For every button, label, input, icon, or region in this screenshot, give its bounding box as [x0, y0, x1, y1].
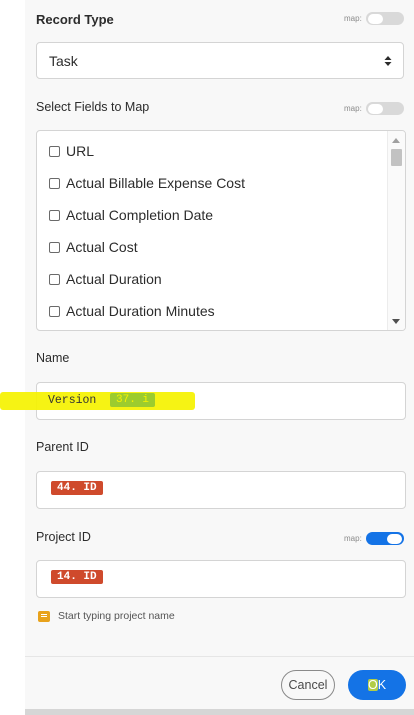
record-type-map-toggle[interactable]	[365, 12, 404, 25]
list-item-label: Actual Duration	[66, 271, 162, 287]
record-type-value: Task	[49, 52, 78, 69]
project-id-map: map:	[344, 532, 404, 545]
list-item[interactable]: Actual Cost	[49, 239, 138, 255]
left-gutter	[0, 0, 25, 715]
select-fields-map-toggle[interactable]	[365, 102, 404, 115]
checkbox[interactable]	[49, 241, 60, 253]
parent-id-chip[interactable]: 44. ID	[51, 481, 103, 495]
select-arrows-icon	[384, 56, 392, 66]
list-item-label: Actual Cost	[66, 239, 138, 255]
checkbox[interactable]	[49, 209, 60, 221]
list-item[interactable]: Actual Billable Expense Cost	[49, 175, 245, 191]
project-id-hint: Start typing project name	[38, 610, 175, 622]
list-item[interactable]: URL	[49, 143, 94, 159]
scroll-up-icon[interactable]	[392, 138, 400, 143]
name-field-chip[interactable]: 37. i	[110, 393, 156, 407]
list-item-label: Actual Billable Expense Cost	[66, 175, 245, 191]
checkbox[interactable]	[49, 145, 60, 157]
record-type-select[interactable]: Task	[36, 42, 404, 79]
footer-divider	[25, 656, 414, 657]
record-type-label: Record Type	[36, 12, 114, 27]
parent-id-label: Parent ID	[36, 440, 89, 454]
hint-text: Start typing project name	[58, 610, 175, 622]
list-scrollbar[interactable]	[387, 131, 405, 330]
bottom-scroll-bar	[25, 709, 414, 715]
select-fields-map: map:	[344, 102, 404, 115]
map-label: map:	[344, 104, 362, 113]
name-label: Name	[36, 351, 70, 365]
list-item[interactable]: Actual Duration	[49, 271, 162, 287]
select-fields-label: Select Fields to Map	[36, 100, 150, 114]
project-id-chip[interactable]: 14. ID	[51, 570, 103, 584]
checkbox[interactable]	[49, 177, 60, 189]
fields-listbox[interactable]: URL Actual Billable Expense Cost Actual …	[36, 130, 406, 331]
ok-button[interactable]: OK	[348, 670, 406, 700]
project-id-label: Project ID	[36, 530, 91, 544]
list-item[interactable]: Actual Completion Date	[49, 207, 213, 223]
scroll-down-icon[interactable]	[392, 319, 400, 324]
record-type-map: map:	[344, 12, 404, 25]
list-item[interactable]: Actual Duration Minutes	[49, 303, 215, 319]
project-id-map-toggle[interactable]	[365, 532, 404, 545]
name-field-text: Version	[48, 394, 97, 407]
highlight-mark	[0, 392, 195, 410]
list-item-label: Actual Duration Minutes	[66, 303, 215, 319]
ok-label: OK	[367, 678, 387, 692]
map-label: map:	[344, 534, 362, 543]
cancel-button[interactable]: Cancel	[281, 670, 335, 700]
map-label: map:	[344, 14, 362, 23]
comment-icon	[38, 610, 50, 622]
checkbox[interactable]	[49, 305, 60, 317]
list-item-label: Actual Completion Date	[66, 207, 214, 223]
checkbox[interactable]	[49, 273, 60, 285]
list-item-label: URL	[66, 143, 95, 159]
scroll-thumb[interactable]	[391, 149, 402, 166]
